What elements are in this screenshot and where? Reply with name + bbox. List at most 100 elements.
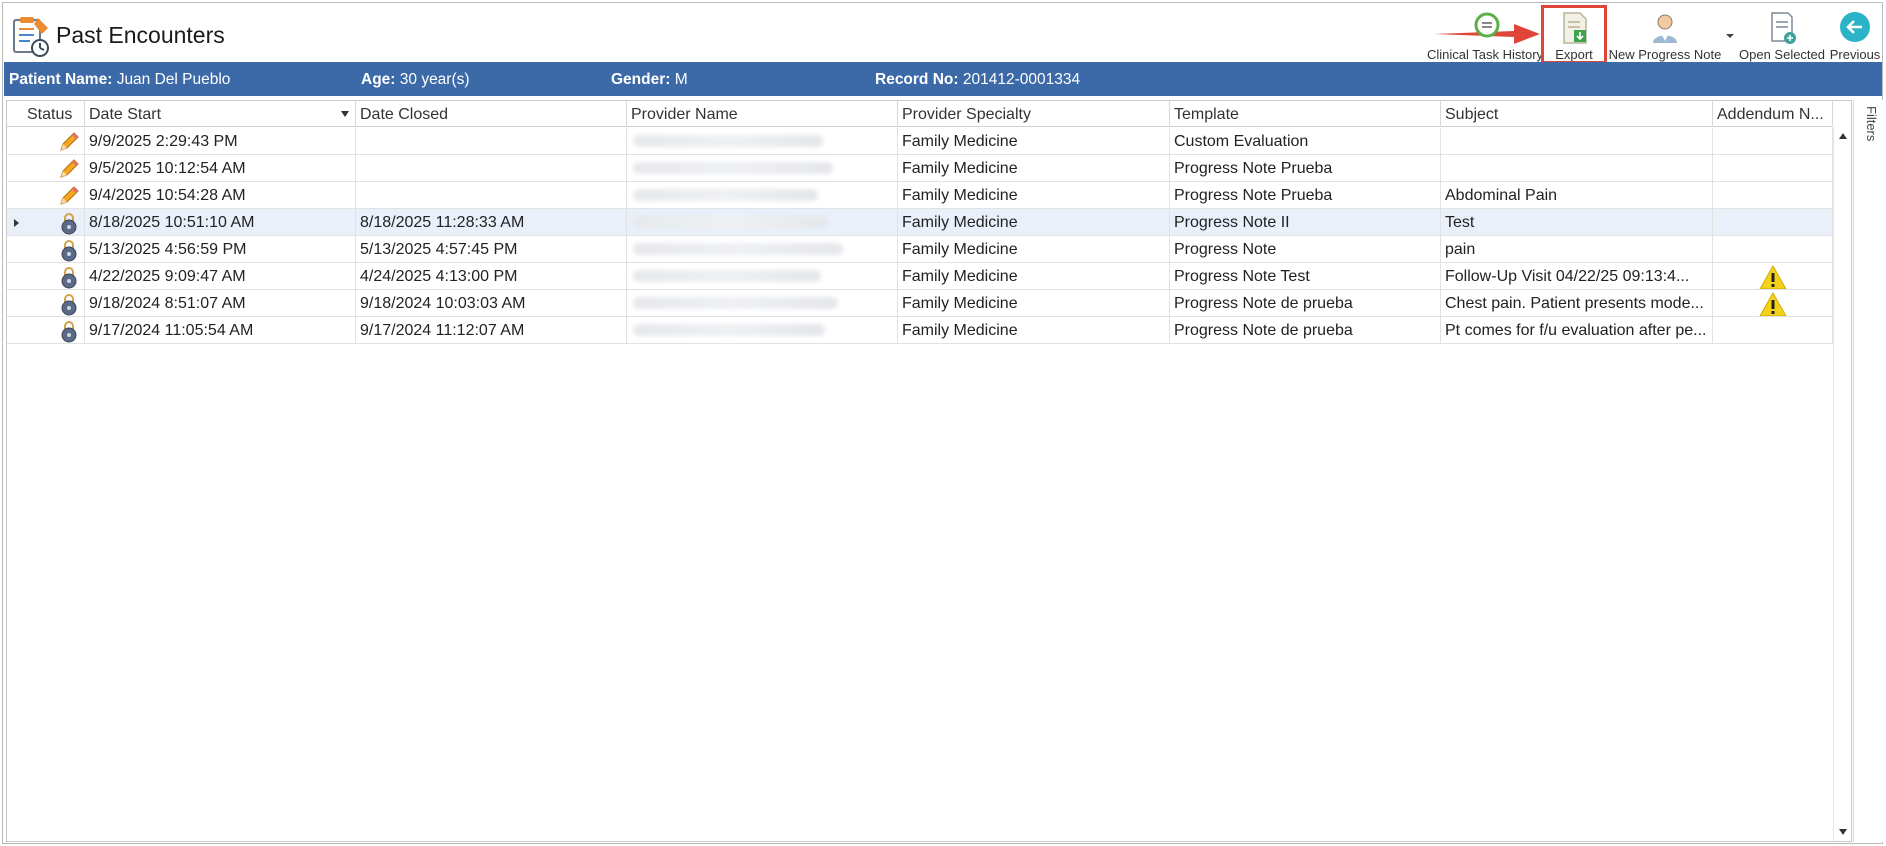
template-cell: Progress Note de prueba bbox=[1170, 290, 1441, 316]
redacted-provider-name bbox=[633, 189, 818, 201]
specialty-cell: Family Medicine bbox=[898, 128, 1170, 154]
pencil-icon bbox=[60, 186, 79, 205]
scroll-up-icon[interactable] bbox=[1839, 133, 1847, 139]
date-closed-cell: 9/18/2024 10:03:03 AM bbox=[356, 290, 627, 316]
redacted-provider-name bbox=[633, 270, 821, 282]
encounters-grid: Status Date Start Date Closed Provider N… bbox=[6, 100, 1852, 842]
subject-cell: Pt comes for f/u evaluation after pe... bbox=[1441, 317, 1713, 343]
date-start-cell: 9/9/2025 2:29:43 PM bbox=[85, 128, 356, 154]
status-cell bbox=[23, 209, 85, 235]
specialty-cell: Family Medicine bbox=[898, 290, 1170, 316]
warning-icon[interactable] bbox=[1759, 292, 1787, 316]
redacted-provider-name bbox=[633, 297, 838, 309]
column-header-addendum[interactable]: Addendum N... bbox=[1713, 101, 1833, 127]
row-indicator-icon bbox=[14, 219, 19, 227]
table-row[interactable]: 5/13/2025 4:56:59 PM 5/13/2025 4:57:45 PM… bbox=[7, 236, 1833, 263]
template-cell: Progress Note de prueba bbox=[1170, 317, 1441, 343]
page-title: Past Encounters bbox=[56, 22, 225, 48]
patient-age-label: Age: bbox=[361, 71, 396, 88]
addendum-cell bbox=[1713, 236, 1833, 262]
previous-button[interactable]: Previous bbox=[1830, 8, 1880, 62]
pencil-icon bbox=[60, 132, 79, 151]
column-header-date-start[interactable]: Date Start bbox=[85, 101, 356, 127]
table-row[interactable]: 9/5/2025 10:12:54 AM Family Medicine Progr… bbox=[7, 155, 1833, 182]
record-number-field: Record No: 201412-0001334 bbox=[875, 71, 1080, 89]
addendum-cell bbox=[1713, 182, 1833, 208]
provider-name-cell bbox=[627, 155, 898, 181]
chevron-down-icon[interactable] bbox=[1724, 32, 1736, 40]
date-start-cell: 9/4/2025 10:54:28 AM bbox=[85, 182, 356, 208]
column-header-subject[interactable]: Subject bbox=[1441, 101, 1713, 127]
warning-icon[interactable] bbox=[1759, 265, 1787, 289]
provider-name-cell bbox=[627, 263, 898, 289]
specialty-cell: Family Medicine bbox=[898, 236, 1170, 262]
clipboard-clock-icon bbox=[13, 17, 49, 57]
date-start-cell: 9/5/2025 10:12:54 AM bbox=[85, 155, 356, 181]
status-cell bbox=[23, 182, 85, 208]
table-row[interactable]: 9/17/2024 11:05:54 AM 9/17/2024 11:12:07 … bbox=[7, 317, 1833, 344]
column-header-template[interactable]: Template bbox=[1170, 101, 1441, 127]
table-row[interactable]: 8/18/2025 10:51:10 AM 8/18/2025 11:28:33 … bbox=[7, 209, 1833, 236]
column-header-provider-name[interactable]: Provider Name bbox=[627, 101, 898, 127]
status-cell bbox=[23, 263, 85, 289]
lock-icon bbox=[61, 294, 77, 316]
date-start-cell: 4/22/2025 9:09:47 AM bbox=[85, 263, 356, 289]
new-progress-note-button[interactable]: New Progress Note bbox=[1608, 8, 1722, 62]
column-header-status[interactable]: Status bbox=[23, 101, 85, 127]
specialty-cell: Family Medicine bbox=[898, 263, 1170, 289]
open-document-icon bbox=[1771, 12, 1796, 44]
record-number-value: 201412-0001334 bbox=[962, 71, 1081, 88]
provider-name-cell bbox=[627, 182, 898, 208]
column-header-provider-specialty[interactable]: Provider Specialty bbox=[898, 101, 1170, 127]
patient-name-value: Juan Del Pueblo bbox=[116, 71, 231, 88]
lock-icon bbox=[61, 213, 77, 235]
pencil-icon bbox=[60, 159, 79, 178]
template-cell: Progress Note bbox=[1170, 236, 1441, 262]
status-cell bbox=[23, 155, 85, 181]
subject-cell bbox=[1441, 128, 1713, 154]
open-selected-button[interactable]: Open Selected bbox=[1739, 8, 1825, 62]
specialty-cell: Family Medicine bbox=[898, 209, 1170, 235]
date-closed-cell: 5/13/2025 4:57:45 PM bbox=[356, 236, 627, 262]
specialty-cell: Family Medicine bbox=[898, 317, 1170, 343]
template-cell: Custom Evaluation bbox=[1170, 128, 1441, 154]
addendum-cell bbox=[1713, 317, 1833, 343]
clinical-task-history-button[interactable]: Clinical Task History bbox=[1426, 8, 1544, 62]
provider-name-cell bbox=[627, 128, 898, 154]
specialty-cell: Family Medicine bbox=[898, 155, 1170, 181]
open-selected-label: Open Selected bbox=[1739, 47, 1826, 62]
redacted-provider-name bbox=[633, 135, 823, 147]
addendum-cell bbox=[1713, 209, 1833, 235]
lock-icon bbox=[61, 267, 77, 289]
status-cell bbox=[23, 236, 85, 262]
patient-age-value: 30 year(s) bbox=[399, 71, 470, 88]
vertical-scrollbar[interactable] bbox=[1833, 127, 1851, 841]
redacted-provider-name bbox=[633, 324, 825, 336]
table-row[interactable]: 4/22/2025 9:09:47 AM 4/24/2025 4:13:00 PM… bbox=[7, 263, 1833, 290]
redacted-provider-name bbox=[633, 243, 843, 255]
status-cell bbox=[23, 128, 85, 154]
scroll-down-icon[interactable] bbox=[1839, 829, 1847, 835]
date-start-cell: 9/18/2024 8:51:07 AM bbox=[85, 290, 356, 316]
subject-cell: Follow-Up Visit 04/22/25 09:13:4... bbox=[1441, 263, 1713, 289]
subject-cell bbox=[1441, 155, 1713, 181]
table-row[interactable]: 9/18/2024 8:51:07 AM 9/18/2024 10:03:03 A… bbox=[7, 290, 1833, 317]
title-bar: Past Encounters Clinical Task History Ex… bbox=[4, 4, 1882, 64]
filters-label: Filters bbox=[1864, 106, 1879, 142]
subject-cell: Chest pain. Patient presents mode... bbox=[1441, 290, 1713, 316]
patient-age-field: Age: 30 year(s) bbox=[361, 71, 470, 89]
clinical-task-history-label: Clinical Task History bbox=[1426, 47, 1544, 62]
table-row[interactable]: 9/9/2025 2:29:43 PM Family Medicine Custom… bbox=[7, 128, 1833, 155]
patient-name-field: Patient Name: Juan Del Pueblo bbox=[9, 71, 230, 89]
filters-side-tab[interactable]: Filters bbox=[1853, 100, 1883, 842]
grid-header: Status Date Start Date Closed Provider N… bbox=[7, 101, 1833, 127]
subject-cell: Abdominal Pain bbox=[1441, 182, 1713, 208]
date-start-cell: 5/13/2025 4:56:59 PM bbox=[85, 236, 356, 262]
previous-label: Previous bbox=[1829, 47, 1881, 62]
table-row[interactable]: 9/4/2025 10:54:28 AM Family Medicine Progr… bbox=[7, 182, 1833, 209]
task-history-icon bbox=[1474, 12, 1500, 38]
record-number-label: Record No: bbox=[875, 71, 959, 88]
patient-gender-value: M bbox=[674, 71, 688, 88]
column-header-date-closed[interactable]: Date Closed bbox=[356, 101, 627, 127]
template-cell: Progress Note Test bbox=[1170, 263, 1441, 289]
